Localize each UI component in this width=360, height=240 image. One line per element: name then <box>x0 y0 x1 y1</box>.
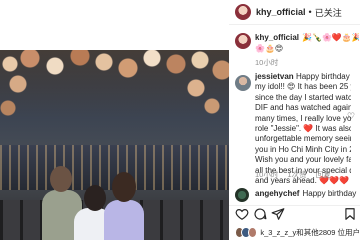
comment-jessietvan: jessietvan Happy birthday to my idol!! 😍… <box>229 72 360 185</box>
comment-likes[interactable]: 1次赞 <box>287 170 306 179</box>
flower-decoration <box>0 50 229 120</box>
comment-line-text: Happy birthday to <box>295 72 351 81</box>
person-man-head <box>50 166 72 192</box>
post-media-pane <box>0 0 229 240</box>
commenter-username[interactable]: jessietvan <box>255 72 294 81</box>
liker-avatar <box>247 226 258 238</box>
heart-icon[interactable] <box>235 207 249 221</box>
comment-line: you in Ho Chi Minh City in 2009. <box>255 144 351 154</box>
caption-emojis: 🎉🍾🌸❤️🎂🎉 <box>302 33 359 42</box>
paper-plane-icon[interactable] <box>271 207 285 221</box>
commenter-avatar[interactable] <box>235 75 251 91</box>
caption-avatar[interactable] <box>235 33 251 49</box>
comment-meta: 10小时 1次赞 回复 <box>255 169 338 180</box>
comment-line: unforgettable memory seeing <box>255 134 351 144</box>
liked-by[interactable]: k_3_z_z_y和其他2809 位用户 <box>229 224 360 240</box>
comment-line: DIF and has watched again <box>255 103 351 113</box>
caption-line: khy_official 🎉🍾🌸❤️🎂🎉 <box>255 32 359 43</box>
post-actions <box>229 207 360 223</box>
person-woman-head <box>112 172 136 202</box>
author-avatar[interactable] <box>235 4 251 20</box>
person-woman <box>104 200 144 240</box>
comment-line: many times, I really love your <box>255 113 351 123</box>
comment-time[interactable]: 10小时 <box>255 170 278 179</box>
comment-line: role "Jessie". ❤️ It was also an <box>255 124 351 134</box>
header-divider <box>229 24 360 25</box>
follow-status[interactable]: 已关注 <box>315 6 342 19</box>
author-username[interactable]: khy_official <box>256 7 306 17</box>
post-caption: khy_official 🎉🍾🌸❤️🎂🎉 🌸🎂😍 10小时 <box>229 30 360 70</box>
caption-emojis-line2: 🌸🎂😍 <box>255 44 284 53</box>
comment-angehychef: angehychefHappy birthday 🎂 <box>229 186 360 202</box>
bookmark-icon[interactable] <box>343 207 357 221</box>
comment-icon[interactable] <box>253 207 267 221</box>
comment-line: since the day I started watching <box>255 92 351 102</box>
caption-time[interactable]: 10小时 <box>255 57 278 68</box>
separator-dot: • <box>308 7 312 17</box>
comment-like-icon[interactable]: ♡ <box>347 112 356 121</box>
caption-username[interactable]: khy_official <box>255 33 299 42</box>
commenter-username[interactable]: angehychef <box>255 189 299 198</box>
actions-divider <box>229 205 360 206</box>
commenter-avatar[interactable] <box>235 188 249 202</box>
liked-by-text: k_3_z_z_y和其他2809 位用户 <box>260 227 360 237</box>
comment-line: my idol!! 😍 It has been 25 year <box>255 82 351 92</box>
comment-line: Wish you and your lovely family <box>255 155 351 165</box>
comment-line: jessietvan Happy birthday to <box>255 72 351 82</box>
comment-text: Happy birthday 🎂 <box>302 189 360 198</box>
comment-body: angehychefHappy birthday 🎂 <box>255 189 360 198</box>
comment-reply[interactable]: 回复 <box>316 170 331 179</box>
post-header: khy_official • 已关注 <box>229 0 360 24</box>
post-photo[interactable] <box>0 50 229 240</box>
person-girl-head <box>84 185 106 211</box>
